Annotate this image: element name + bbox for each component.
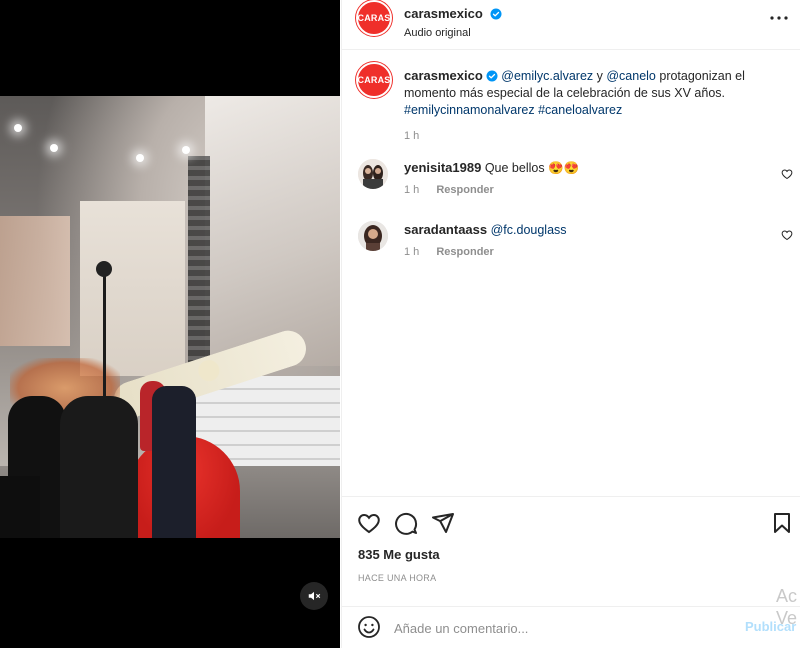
stage-wall-left: [0, 216, 70, 346]
comment-text[interactable]: @fc.douglass: [491, 223, 567, 237]
post-timestamp[interactable]: HACE UNA HORA: [358, 573, 436, 583]
video-player[interactable]: [0, 96, 340, 538]
author-info: carasmexico Audio original: [404, 5, 502, 39]
commenter-avatar[interactable]: [358, 159, 388, 189]
post-header: CARAS carasmexico Audio original: [342, 0, 800, 50]
stage-light: [136, 154, 144, 162]
likes-count[interactable]: 835 Me gusta: [358, 547, 440, 562]
reply-button[interactable]: Responder: [436, 184, 493, 196]
comments-section: CARAS carasmexico @emilyc.alvarez y @can…: [342, 50, 800, 495]
emoji-smile-icon[interactable]: [357, 615, 381, 639]
commenter-username[interactable]: yenisita1989: [404, 160, 481, 175]
comment-body: saradantaass @fc.douglass: [404, 222, 567, 237]
reply-button[interactable]: Responder: [436, 246, 493, 258]
audience-person: [0, 476, 40, 538]
avatar-photo: [358, 159, 388, 189]
paper-plane-icon[interactable]: [431, 511, 455, 535]
avatar-photo: [358, 221, 388, 251]
comment-bubble-icon[interactable]: [394, 511, 418, 535]
post-panel: CARAS carasmexico Audio original CARAS c…: [341, 0, 800, 648]
comment-input[interactable]: [394, 617, 714, 639]
caption-author-avatar[interactable]: CARAS: [356, 62, 392, 98]
caption-connector: y: [593, 69, 607, 83]
verified-badge-icon: [486, 70, 498, 82]
stage-drapery: [205, 96, 340, 366]
avatar-logo-text: CARAS: [357, 13, 391, 23]
watermark-line: Ve: [776, 608, 798, 628]
comment-time[interactable]: 1 h: [404, 246, 419, 258]
speaker-muted-icon: [308, 591, 321, 601]
caption-time[interactable]: 1 h: [404, 128, 789, 145]
author-avatar[interactable]: CARAS: [356, 0, 392, 36]
activation-watermark: Ac Ve: [776, 585, 797, 629]
more-options-button[interactable]: [767, 10, 791, 26]
microphone: [96, 261, 112, 277]
stage-light: [182, 146, 190, 154]
audio-label[interactable]: Audio original: [404, 27, 502, 39]
caption-hashtag[interactable]: #emilycinnamonalvarez: [404, 103, 535, 117]
photographer-person: [60, 396, 138, 538]
commenter-username[interactable]: saradantaass: [404, 222, 487, 237]
caption-hashtag[interactable]: #caneloalvarez: [538, 103, 622, 117]
stage-light: [14, 124, 22, 132]
post-actions: 835 Me gusta HACE UNA HORA: [342, 496, 800, 606]
stage-light: [50, 144, 58, 152]
add-comment-bar: Publicar: [342, 606, 800, 648]
heart-icon[interactable]: [781, 229, 793, 241]
post-caption: carasmexico @emilyc.alvarez y @canelo pr…: [404, 67, 789, 145]
more-horizontal-icon: [770, 16, 788, 20]
man-in-suit-figure: [152, 386, 196, 538]
caption-mention[interactable]: @emilyc.alvarez: [501, 69, 593, 83]
author-username[interactable]: carasmexico: [404, 6, 483, 21]
heart-icon[interactable]: [781, 168, 793, 180]
post-media: [0, 0, 340, 648]
avatar-logo-text: CARAS: [357, 75, 391, 85]
comment-body: yenisita1989 Que bellos 😍😍: [404, 160, 579, 176]
mute-button[interactable]: [300, 582, 328, 610]
commenter-avatar[interactable]: [358, 221, 388, 251]
bookmark-icon[interactable]: [770, 511, 794, 535]
heart-icon[interactable]: [357, 511, 381, 535]
caption-username[interactable]: carasmexico: [404, 68, 483, 83]
caption-mention[interactable]: @canelo: [606, 69, 656, 83]
stage-wall-center: [80, 201, 185, 376]
comment-meta: 1 h Responder: [404, 246, 494, 258]
comment-meta: 1 h Responder: [404, 184, 494, 196]
comment-time[interactable]: 1 h: [404, 184, 419, 196]
comment-text: Que bellos 😍😍: [484, 161, 580, 175]
verified-badge-icon: [490, 8, 502, 20]
watermark-line: Ac: [776, 586, 798, 606]
